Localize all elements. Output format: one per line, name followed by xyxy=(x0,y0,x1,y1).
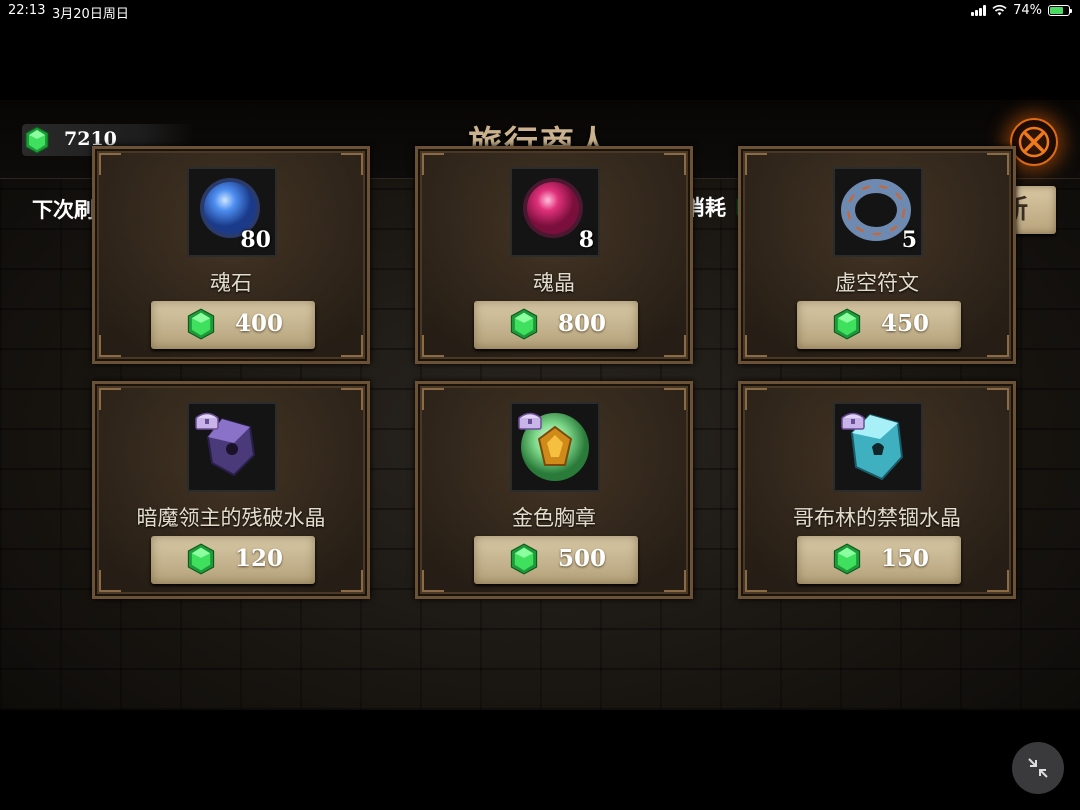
shop-item-card[interactable]: 8 魂晶 800 xyxy=(415,146,693,364)
buy-button[interactable]: 150 xyxy=(797,536,961,584)
buy-button[interactable]: 400 xyxy=(151,301,315,349)
item-name: 虚空符文 xyxy=(835,271,919,295)
status-date: 3月20日周日 xyxy=(52,7,129,22)
shop-item-card[interactable]: 80 魂石 400 xyxy=(92,146,370,364)
item-icon-slot xyxy=(833,402,923,492)
cellular-signal-icon xyxy=(971,5,987,16)
item-price: 150 xyxy=(881,545,930,572)
item-price: 500 xyxy=(558,545,607,572)
battery-icon xyxy=(1048,5,1072,16)
item-price: 120 xyxy=(235,545,284,572)
item-price: 450 xyxy=(881,310,930,337)
shop-item-card[interactable]: 哥布林的禁锢水晶 150 xyxy=(738,381,1016,599)
buy-button[interactable]: 450 xyxy=(797,301,961,349)
shop-item-card[interactable]: 5 虚空符文 450 xyxy=(738,146,1016,364)
item-price: 400 xyxy=(235,310,284,337)
status-time: 22:13 xyxy=(8,3,46,18)
chest-icon xyxy=(518,412,542,430)
item-icon-slot: 8 xyxy=(510,167,600,257)
chest-icon xyxy=(195,412,219,430)
item-name: 金色胸章 xyxy=(512,506,596,530)
buy-button[interactable]: 120 xyxy=(151,536,315,584)
collapse-arrows-icon xyxy=(1028,758,1048,778)
green-gem-icon xyxy=(833,543,861,575)
shop-item-card[interactable]: 金色胸章 500 xyxy=(415,381,693,599)
close-button[interactable] xyxy=(1010,118,1058,166)
item-icon-slot: 80 xyxy=(187,167,277,257)
shop-item-card[interactable]: 暗魔领主的残破水晶 120 xyxy=(92,381,370,599)
item-name: 哥布林的禁锢水晶 xyxy=(793,506,961,530)
item-icon-slot xyxy=(510,402,600,492)
item-name: 暗魔领主的残破水晶 xyxy=(136,506,326,530)
merchant-screen: 7210 旅行商人 下次刷新时间： 今日 00 点 消耗 50 刷新 立即刷新 … xyxy=(0,100,1080,710)
green-gem-icon xyxy=(187,543,215,575)
item-icon-slot: 5 xyxy=(833,167,923,257)
minimize-button[interactable] xyxy=(1012,742,1064,794)
buy-button[interactable]: 800 xyxy=(474,301,638,349)
green-gem-icon xyxy=(833,308,861,340)
wifi-icon xyxy=(992,5,1007,16)
crossed-tools-icon xyxy=(1018,126,1050,158)
item-quantity: 80 xyxy=(240,227,271,253)
battery-percent: 74% xyxy=(1013,3,1042,18)
status-bar: 22:13 3月20日周日 74% xyxy=(0,0,1080,22)
green-gem-icon xyxy=(510,308,538,340)
green-gem-icon xyxy=(187,308,215,340)
buy-button[interactable]: 500 xyxy=(474,536,638,584)
green-gem-icon xyxy=(510,543,538,575)
item-quantity: 5 xyxy=(901,227,917,253)
item-quantity: 8 xyxy=(578,227,594,253)
item-icon-slot xyxy=(187,402,277,492)
item-name: 魂晶 xyxy=(533,271,575,295)
item-price: 800 xyxy=(558,310,607,337)
chest-icon xyxy=(841,412,865,430)
item-name: 魂石 xyxy=(210,271,252,295)
